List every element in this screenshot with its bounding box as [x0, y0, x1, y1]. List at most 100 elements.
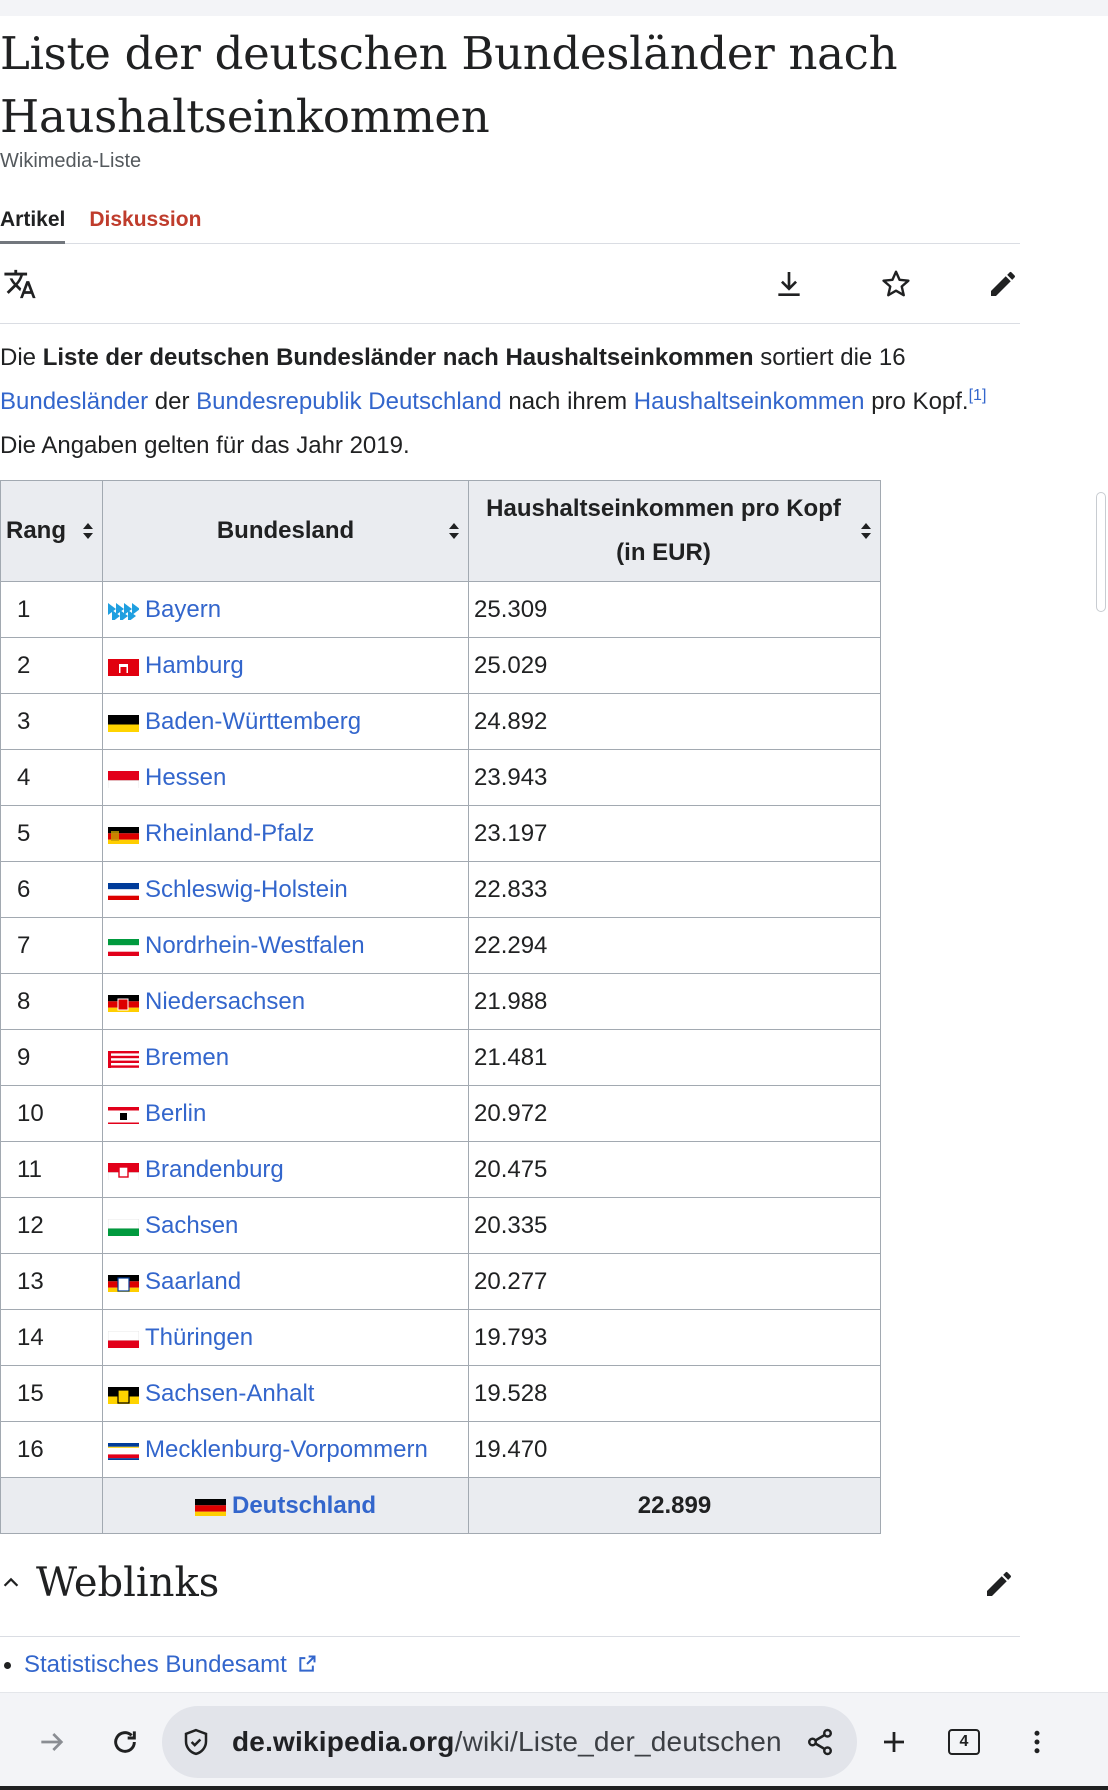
table-row: 7 Nordrhein-Westfalen 22.294	[0, 917, 881, 974]
income-cell: 21.988	[468, 973, 881, 1030]
income-cell: 19.793	[468, 1309, 881, 1366]
link-statistisches-bundesamt[interactable]: Statistisches Bundesamt	[24, 1651, 287, 1678]
state-link[interactable]: Berlin	[145, 1100, 206, 1127]
shield-icon[interactable]	[174, 1720, 218, 1764]
state-link[interactable]: Bremen	[145, 1044, 229, 1071]
page-subtitle: Wikimedia-Liste	[0, 150, 142, 172]
state-cell: Rheinland-Pfalz	[102, 805, 469, 862]
flag-icon	[108, 1049, 139, 1068]
rank-cell: 10	[0, 1085, 103, 1142]
state-cell: Thüringen	[102, 1309, 469, 1366]
state-link[interactable]: Deutschland	[232, 1492, 376, 1519]
page-toolbar	[0, 244, 1020, 324]
table-row: 15 Sachsen-Anhalt 19.528	[0, 1365, 881, 1422]
state-link[interactable]: Mecklenburg-Vorpommern	[145, 1436, 428, 1463]
external-link-icon	[299, 1655, 316, 1672]
flag-icon	[108, 881, 139, 900]
state-link[interactable]: Baden-Württemberg	[145, 708, 361, 735]
section-weblinks: Weblinks	[0, 1534, 1020, 1637]
state-cell: Brandenburg	[102, 1141, 469, 1198]
tab-count: 4	[948, 1729, 980, 1755]
link-bundeslaender[interactable]: Bundesländer	[0, 388, 148, 415]
chevron-up-icon[interactable]	[0, 1572, 22, 1599]
state-cell: Bayern	[102, 581, 469, 638]
flag-icon	[108, 993, 139, 1012]
table-row: 5 Rheinland-Pfalz 23.197	[0, 805, 881, 862]
link-bundesrepublik[interactable]: Bundesrepublik Deutschland	[196, 388, 502, 415]
sort-icon	[449, 523, 459, 539]
tab-switcher-icon[interactable]: 4	[942, 1720, 986, 1764]
more-menu-icon[interactable]	[1015, 1720, 1059, 1764]
link-haushaltseinkommen[interactable]: Haushaltseinkommen	[634, 388, 865, 415]
state-link[interactable]: Saarland	[145, 1268, 241, 1295]
rank-cell: 8	[0, 973, 103, 1030]
star-icon[interactable]	[876, 264, 916, 304]
state-link[interactable]: Sachsen-Anhalt	[145, 1380, 314, 1407]
state-link[interactable]: Hamburg	[145, 652, 244, 679]
share-icon[interactable]	[798, 1720, 842, 1764]
state-link[interactable]: Rheinland-Pfalz	[145, 820, 314, 847]
header-income[interactable]: Haushaltseinkommen pro Kopf (in EUR)	[468, 480, 881, 582]
table-row: 16 Mecklenburg-Vorpommern 19.470	[0, 1421, 881, 1478]
rank-cell: 9	[0, 1029, 103, 1086]
state-cell: Saarland	[102, 1253, 469, 1310]
income-cell: 23.943	[468, 749, 881, 806]
rank-cell: 16	[0, 1421, 103, 1478]
flag-icon	[108, 601, 139, 620]
income-cell: 23.197	[468, 805, 881, 862]
state-link[interactable]: Niedersachsen	[145, 988, 305, 1015]
header-rank-label: Rang	[6, 517, 66, 544]
table-row: 6 Schleswig-Holstein 22.833	[0, 861, 881, 918]
flag-icon	[108, 937, 139, 956]
intro-text: nach ihrem	[501, 388, 634, 415]
header-rank[interactable]: Rang	[0, 480, 103, 582]
tab-article[interactable]: Artikel	[0, 196, 66, 244]
weblinks-list: Statistisches Bundesamt	[0, 1645, 1020, 1685]
state-link[interactable]: Hessen	[145, 764, 226, 791]
state-link[interactable]: Thüringen	[145, 1324, 253, 1351]
flag-icon	[108, 1161, 139, 1180]
state-link[interactable]: Bayern	[145, 596, 221, 623]
rank-cell: 12	[0, 1197, 103, 1254]
header-state[interactable]: Bundesland	[102, 480, 469, 582]
sort-icon	[861, 523, 871, 539]
state-cell: Schleswig-Holstein	[102, 861, 469, 918]
income-cell: 20.475	[468, 1141, 881, 1198]
reference-1[interactable]: [1]	[969, 387, 987, 404]
rank-cell: 15	[0, 1365, 103, 1422]
income-table: Rang Bundesland Haushaltseinkommen pro K…	[0, 480, 881, 1534]
flag-icon	[108, 825, 139, 844]
state-cell: Baden-Württemberg	[102, 693, 469, 750]
edit-pencil-icon[interactable]	[983, 264, 1023, 304]
flag-icon	[108, 1441, 139, 1460]
intro-bold-title: Liste der deutschen Bundesländer nach Ha…	[42, 344, 754, 371]
forward-arrow-icon[interactable]	[30, 1720, 74, 1764]
tab-discussion[interactable]: Diskussion	[89, 196, 201, 244]
download-icon[interactable]	[769, 264, 809, 304]
edit-pencil-icon[interactable]	[983, 1568, 1015, 1605]
state-link[interactable]: Brandenburg	[145, 1156, 284, 1183]
state-cell: Hessen	[102, 749, 469, 806]
rank-cell: 6	[0, 861, 103, 918]
url-bar[interactable]: de.wikipedia.org/wiki/Liste_der_deutsche…	[162, 1706, 857, 1778]
flag-icon	[194, 1497, 226, 1516]
rank-cell: 7	[0, 917, 103, 974]
table-body: 1 Bayern 25.309 2 Hamburg 25.029 3 Baden-Württe…	[0, 581, 881, 1534]
table-row: 9 Bremen 21.481	[0, 1029, 881, 1086]
url-text[interactable]: de.wikipedia.org/wiki/Liste_der_deutsche…	[232, 1726, 780, 1758]
state-link[interactable]: Nordrhein-Westfalen	[145, 932, 365, 959]
new-tab-plus-icon[interactable]	[872, 1720, 916, 1764]
translate-icon[interactable]	[0, 264, 40, 304]
rank-cell: 2	[0, 637, 103, 694]
state-link[interactable]: Sachsen	[145, 1212, 238, 1239]
scrollbar[interactable]	[1096, 492, 1106, 612]
state-link[interactable]: Schleswig-Holstein	[145, 876, 348, 903]
income-cell: 25.029	[468, 637, 881, 694]
reload-icon[interactable]	[103, 1720, 147, 1764]
flag-icon	[108, 1329, 139, 1348]
state-cell: Hamburg	[102, 637, 469, 694]
rank-cell: 13	[0, 1253, 103, 1310]
income-cell: 19.470	[468, 1421, 881, 1478]
flag-icon	[108, 1385, 139, 1404]
state-cell: Mecklenburg-Vorpommern	[102, 1421, 469, 1478]
